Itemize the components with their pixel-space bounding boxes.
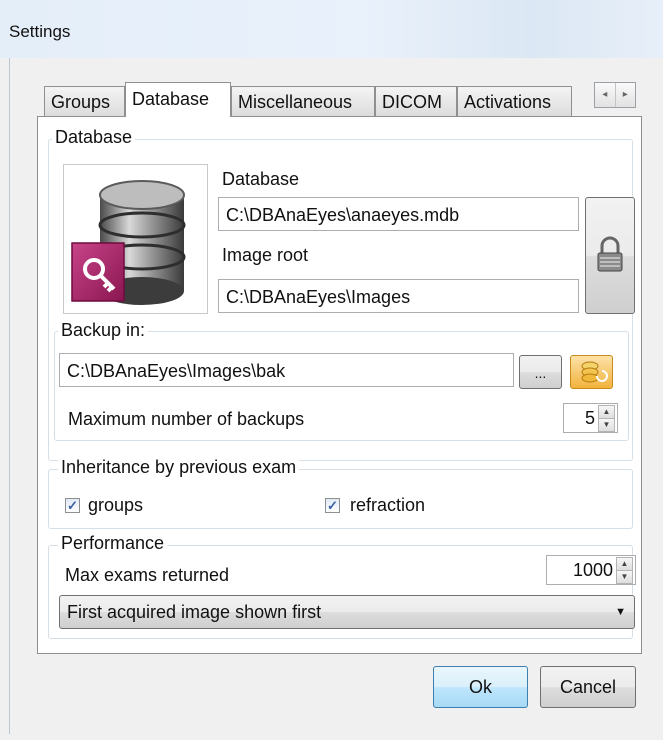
groups-checkbox[interactable]: ✓: [65, 498, 80, 513]
title-bar: Settings: [0, 0, 663, 58]
tab-groups-label: Groups: [51, 92, 111, 112]
refraction-checkbox-label: refraction: [350, 495, 426, 515]
chevron-down-icon: ▼: [615, 606, 626, 618]
max-backups-stepper[interactable]: 5 ▲ ▼: [563, 403, 618, 433]
browse-button[interactable]: ...: [519, 355, 562, 389]
scroll-left-icon[interactable]: ◂: [595, 83, 615, 107]
coins-icon: [581, 361, 608, 383]
max-exams-stepper[interactable]: 1000 ▲ ▼: [546, 555, 636, 585]
stepper-down-icon[interactable]: ▼: [598, 418, 615, 432]
tab-groups[interactable]: Groups: [44, 86, 125, 116]
tab-activations-label: Activations: [464, 92, 552, 112]
image-root-label: Image root: [222, 245, 309, 265]
backup-path-field[interactable]: C:\DBAnaEyes\Images\bak: [59, 353, 514, 387]
stepper-down-icon[interactable]: ▼: [616, 570, 633, 584]
groups-checkbox-label: groups: [88, 495, 144, 515]
database-group-label: Database: [52, 127, 136, 148]
database-path-field[interactable]: C:\DBAnaEyes\anaeyes.mdb: [218, 197, 579, 231]
max-exams-value: 1000: [572, 560, 613, 580]
inheritance-group-label: Inheritance by previous exam: [58, 457, 300, 478]
lock-icon: [597, 236, 623, 272]
cancel-button[interactable]: Cancel: [540, 666, 636, 708]
performance-group-label: Performance: [58, 533, 168, 554]
max-exams-label: Max exams returned: [65, 565, 230, 585]
refraction-checkbox[interactable]: ✓: [325, 498, 340, 513]
database-path-label: Database: [222, 169, 300, 189]
tab-panel-database: Database Database C:\DBAnaEyes\anaeyes.m…: [37, 116, 642, 654]
window-title: Settings: [9, 22, 71, 41]
image-root-field[interactable]: C:\DBAnaEyes\Images: [218, 279, 579, 313]
backup-now-button[interactable]: [570, 355, 613, 389]
database-icon: [63, 164, 208, 314]
stepper-up-icon[interactable]: ▲: [598, 405, 615, 419]
backup-group-label: Backup in:: [58, 320, 149, 341]
tab-activations[interactable]: Activations: [457, 86, 572, 116]
image-order-dropdown[interactable]: First acquired image shown first ▼: [59, 595, 635, 629]
lock-button[interactable]: [585, 197, 635, 314]
tab-database-label: Database: [132, 89, 210, 109]
tab-miscellaneous-label: Miscellaneous: [238, 92, 353, 112]
image-order-selected: First acquired image shown first: [67, 602, 322, 622]
max-backups-value: 5: [584, 408, 595, 428]
max-backups-label: Maximum number of backups: [68, 409, 305, 429]
scroll-right-icon[interactable]: ▸: [614, 83, 636, 107]
ok-button[interactable]: Ok: [433, 666, 528, 708]
tab-dicom-label: DICOM: [382, 92, 442, 112]
tab-dicom[interactable]: DICOM: [375, 86, 457, 116]
stepper-up-icon[interactable]: ▲: [616, 557, 633, 571]
tab-miscellaneous[interactable]: Miscellaneous: [231, 86, 375, 116]
tab-database[interactable]: Database: [125, 82, 231, 117]
tab-scroll-buttons: ◂ ▸: [594, 82, 636, 108]
